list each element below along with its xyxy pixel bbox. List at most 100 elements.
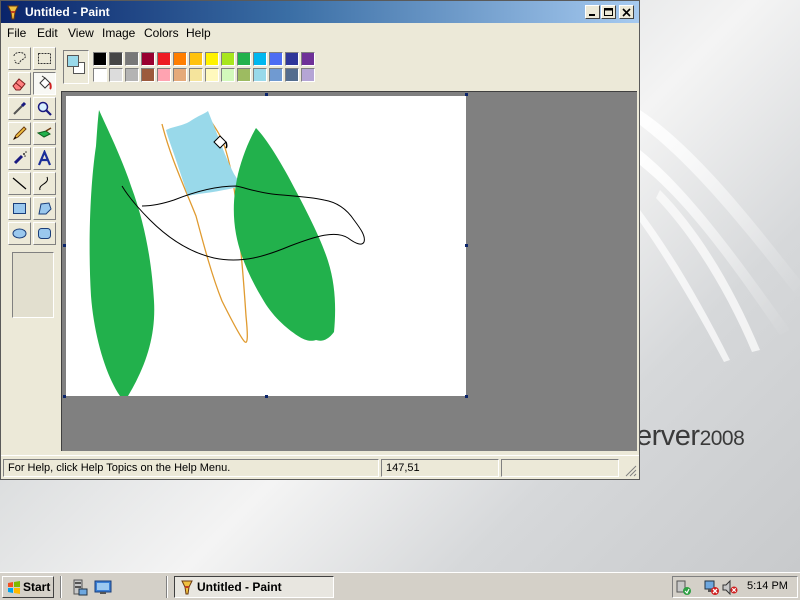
color-swatch[interactable] — [125, 68, 139, 82]
resize-handle-bottom-right[interactable] — [465, 395, 468, 398]
tool-free-form-select[interactable] — [8, 47, 31, 70]
resize-handle-right[interactable] — [465, 244, 468, 247]
windows-logo-icon — [8, 581, 20, 594]
color-swatch[interactable] — [269, 68, 283, 82]
color-swatch[interactable] — [189, 68, 203, 82]
color-swatch[interactable] — [269, 52, 283, 66]
status-help-text: For Help, click Help Topics on the Help … — [3, 459, 379, 477]
color-swatch[interactable] — [205, 68, 219, 82]
color-swatch[interactable] — [301, 68, 315, 82]
paint-bucket-icon — [39, 75, 52, 90]
ellipse-icon — [12, 228, 27, 239]
color-swatch[interactable] — [173, 52, 187, 66]
maximize-button[interactable] — [601, 5, 616, 19]
color-swatch[interactable] — [301, 52, 315, 66]
green-leaf-right — [233, 128, 336, 341]
close-button[interactable] — [619, 5, 634, 19]
tool-polygon[interactable] — [33, 197, 56, 220]
color-swatch[interactable] — [157, 52, 171, 66]
resize-handle-bottom-left[interactable] — [63, 395, 66, 398]
resize-grip-icon[interactable] — [623, 463, 637, 477]
resize-handle-bottom[interactable] — [265, 395, 268, 398]
light-blue-fill — [166, 111, 242, 196]
tool-line[interactable] — [8, 172, 31, 195]
color-swatch[interactable] — [253, 52, 267, 66]
server-manager-icon[interactable] — [70, 578, 88, 596]
color-swatch[interactable] — [109, 68, 123, 82]
color-swatch[interactable] — [285, 68, 299, 82]
color-swatch[interactable] — [125, 52, 139, 66]
tool-text[interactable] — [33, 147, 56, 170]
menu-view[interactable]: View — [68, 26, 94, 40]
taskbar: Start Untitled - Paint 5:14 PM — [0, 572, 800, 600]
color-swatch[interactable] — [285, 52, 299, 66]
tool-pencil[interactable] — [8, 122, 31, 145]
title-bar[interactable]: Untitled - Paint — [1, 1, 639, 23]
airbrush-icon — [13, 151, 27, 165]
start-label: Start — [23, 580, 51, 594]
window-title: Untitled - Paint — [25, 5, 110, 19]
foreground-color[interactable] — [67, 55, 79, 67]
resize-handle-top[interactable] — [265, 93, 268, 96]
tool-options-panel[interactable] — [12, 252, 54, 318]
paint-window: Untitled - Paint File Edit View Image Co… — [0, 0, 640, 480]
menu-bar: File Edit View Image Colors Help — [1, 23, 639, 43]
rounded-rect-icon — [38, 228, 51, 239]
color-swatch[interactable] — [93, 68, 107, 82]
color-swatch[interactable] — [157, 68, 171, 82]
network-error-icon[interactable] — [703, 579, 720, 596]
resize-handle-left[interactable] — [63, 244, 66, 247]
color-swatch[interactable] — [221, 68, 235, 82]
menu-file[interactable]: File — [7, 26, 26, 40]
color-swatch[interactable] — [253, 68, 267, 82]
maximize-icon — [604, 7, 613, 16]
tool-select[interactable] — [33, 47, 56, 70]
color-swatch[interactable] — [237, 68, 251, 82]
status-bar: For Help, click Help Topics on the Help … — [1, 455, 639, 479]
menu-help[interactable]: Help — [186, 26, 211, 40]
menu-image[interactable]: Image — [102, 26, 135, 40]
color-swatch[interactable] — [109, 52, 123, 66]
system-tray: 5:14 PM — [672, 576, 798, 598]
minimize-button[interactable] — [585, 5, 600, 19]
menu-colors[interactable]: Colors — [144, 26, 179, 40]
tool-box — [5, 47, 59, 327]
color-swatch[interactable] — [221, 52, 235, 66]
color-swatch[interactable] — [189, 52, 203, 66]
tool-fill-with-color[interactable] — [33, 72, 56, 95]
tool-ellipse[interactable] — [8, 222, 31, 245]
rect-select-icon — [38, 53, 51, 64]
tool-curve[interactable] — [33, 172, 56, 195]
volume-muted-icon[interactable] — [721, 579, 738, 596]
color-swatch[interactable] — [141, 68, 155, 82]
color-swatch[interactable] — [205, 52, 219, 66]
current-colors[interactable] — [63, 50, 89, 84]
start-button[interactable]: Start — [2, 576, 54, 598]
canvas-drawing — [89, 110, 365, 396]
tool-airbrush[interactable] — [8, 147, 31, 170]
taskbar-separator-2 — [166, 576, 168, 598]
menu-edit[interactable]: Edit — [37, 26, 58, 40]
brush-icon — [36, 127, 52, 138]
windows-server-brand: erver2008 — [636, 420, 745, 453]
tool-rectangle[interactable] — [8, 197, 31, 220]
color-swatch[interactable] — [237, 52, 251, 66]
taskbar-button-paint[interactable]: Untitled - Paint — [174, 576, 334, 598]
pencil-icon — [12, 126, 27, 141]
status-coordinates: 147,51 — [381, 459, 499, 477]
show-desktop-icon[interactable] — [94, 578, 112, 596]
paint-app-icon — [7, 5, 19, 20]
tool-magnifier[interactable] — [33, 97, 56, 120]
color-swatch[interactable] — [141, 52, 155, 66]
drawing-canvas[interactable] — [63, 93, 468, 398]
tool-pick-color[interactable] — [8, 97, 31, 120]
canvas-scroll-area — [61, 91, 637, 451]
resize-handle-top-right[interactable] — [465, 93, 468, 96]
color-swatch[interactable] — [93, 52, 107, 66]
tool-eraser[interactable] — [8, 72, 31, 95]
security-icon[interactable] — [675, 579, 692, 596]
tool-brush[interactable] — [33, 122, 56, 145]
tool-rounded-rectangle[interactable] — [33, 222, 56, 245]
color-swatch[interactable] — [173, 68, 187, 82]
line-icon — [12, 177, 27, 190]
